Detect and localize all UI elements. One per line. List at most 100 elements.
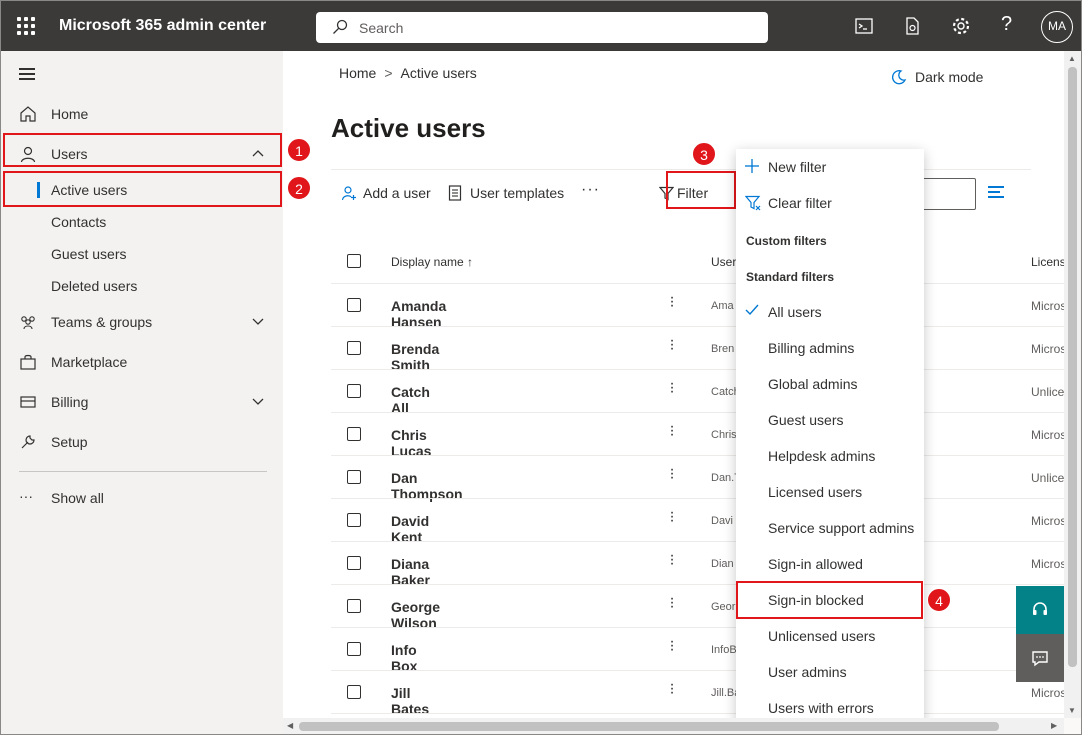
sidebar-item-marketplace[interactable]: Marketplace	[1, 344, 283, 380]
more-commands-button[interactable]: ···	[581, 181, 600, 199]
row-divider	[331, 713, 1065, 714]
user-license: Micros	[1031, 514, 1065, 528]
main-content: Home > Active users Dark mode Active users…	[283, 51, 1065, 718]
feedback-button[interactable]	[1016, 634, 1064, 682]
row-checkbox[interactable]	[347, 642, 361, 656]
scrollbar-thumb[interactable]	[1068, 67, 1077, 667]
row-divider	[331, 369, 1065, 370]
scroll-down-icon[interactable]: ▼	[1068, 706, 1076, 715]
dark-mode-label: Dark mode	[915, 69, 984, 85]
sidebar-item-show-all[interactable]: ··· Show all	[1, 480, 283, 516]
sidebar-item-contacts[interactable]: Contacts	[1, 206, 283, 238]
sidebar-subitem-label: Deleted users	[51, 278, 138, 294]
vertical-scrollbar[interactable]: ▲ ▼	[1064, 51, 1081, 718]
help-icon[interactable]: ?	[1001, 13, 1012, 36]
user-templates-button[interactable]: User templates	[448, 185, 565, 201]
row-checkbox[interactable]	[347, 599, 361, 613]
filter-option[interactable]: All users	[736, 294, 924, 330]
scroll-up-icon[interactable]: ▲	[1068, 54, 1076, 63]
column-header-licenses[interactable]: Licens	[1031, 255, 1065, 269]
row-checkbox[interactable]	[347, 556, 361, 570]
clear-filter-menu-item[interactable]: Clear filter	[736, 185, 924, 221]
sidebar-subitem-label: Guest users	[51, 246, 127, 262]
filter-option[interactable]: Service support admins	[736, 510, 924, 546]
scrollbar-thumb[interactable]	[299, 722, 999, 731]
people-group-icon	[21, 316, 35, 330]
row-divider	[331, 541, 1065, 542]
row-checkbox[interactable]	[347, 470, 361, 484]
sidebar-item-guest-users[interactable]: Guest users	[1, 238, 283, 270]
help-support-button[interactable]	[1016, 586, 1064, 634]
row-more-icon[interactable]: · · ·	[667, 591, 677, 615]
avatar[interactable]: MA	[1041, 11, 1073, 43]
row-checkbox[interactable]	[347, 427, 361, 441]
gear-icon[interactable]	[951, 16, 971, 36]
row-more-icon[interactable]: · · ·	[667, 505, 677, 529]
hamburger-icon[interactable]	[19, 68, 35, 80]
scroll-right-icon[interactable]: ▶	[1051, 721, 1057, 730]
filter-option[interactable]: Unlicensed users	[736, 618, 924, 654]
row-checkbox[interactable]	[347, 384, 361, 398]
new-filter-menu-item[interactable]: New filter	[736, 149, 924, 185]
app-title[interactable]: Microsoft 365 admin center	[59, 17, 266, 35]
filter-option-label: All users	[768, 304, 822, 320]
filter-option-label: User admins	[768, 664, 847, 680]
checkmark-icon	[745, 304, 759, 316]
sidebar-item-home[interactable]: Home	[1, 96, 283, 132]
terminal-icon[interactable]	[854, 16, 874, 36]
home-icon	[20, 106, 36, 122]
filter-option[interactable]: Helpdesk admins	[736, 438, 924, 474]
filter-option-label: Unlicensed users	[768, 628, 876, 644]
filter-option[interactable]: Sign-in allowed	[736, 546, 924, 582]
user-license: Micros	[1031, 428, 1065, 442]
page-title: Active users	[331, 113, 486, 143]
row-divider	[331, 627, 1065, 628]
row-more-icon[interactable]: · · ·	[667, 419, 677, 443]
user-license: Micros	[1031, 299, 1065, 313]
row-more-icon[interactable]: · · ·	[667, 677, 677, 701]
sidebar-item-billing[interactable]: Billing	[1, 384, 283, 420]
template-icon	[448, 185, 462, 201]
sidebar-item-label: Billing	[51, 394, 89, 410]
app-launcher-icon[interactable]	[17, 17, 35, 35]
row-more-icon[interactable]: · · ·	[667, 634, 677, 658]
horizontal-scrollbar[interactable]: ◀ ▶	[283, 718, 1064, 734]
search-input[interactable]: Search	[359, 20, 403, 36]
row-divider	[331, 455, 1065, 456]
row-checkbox[interactable]	[347, 298, 361, 312]
filter-option[interactable]: Guest users	[736, 402, 924, 438]
sidebar-item-deleted-users[interactable]: Deleted users	[1, 270, 283, 302]
row-more-icon[interactable]: · · ·	[667, 462, 677, 486]
column-header-display-name[interactable]: Display name ↑	[391, 255, 473, 269]
filter-option[interactable]: User admins	[736, 654, 924, 690]
dark-mode-toggle[interactable]: Dark mode	[892, 69, 984, 85]
filter-option[interactable]: Billing admins	[736, 330, 924, 366]
chevron-down-icon[interactable]	[251, 396, 265, 406]
row-more-icon[interactable]: · · ·	[667, 333, 677, 357]
filter-option[interactable]: Licensed users	[736, 474, 924, 510]
row-divider	[331, 326, 1065, 327]
sidebar-item-setup[interactable]: Setup	[1, 424, 283, 460]
row-checkbox[interactable]	[347, 341, 361, 355]
row-checkbox[interactable]	[347, 513, 361, 527]
view-options-icon[interactable]	[988, 186, 1004, 198]
filter-option-label: Guest users	[768, 412, 844, 428]
add-user-button[interactable]: Add a user	[341, 185, 431, 201]
sidebar-item-label: Setup	[51, 434, 88, 450]
breadcrumb-home[interactable]: Home	[339, 65, 376, 81]
row-more-icon[interactable]: · · ·	[667, 290, 677, 314]
user-templates-label: User templates	[470, 185, 565, 201]
user-license: Micros	[1031, 342, 1065, 356]
scroll-left-icon[interactable]: ◀	[287, 721, 293, 730]
search-box[interactable]: Search	[316, 12, 768, 43]
user-license: Unlice	[1031, 385, 1065, 399]
sidebar-item-teams-groups[interactable]: Teams & groups	[1, 304, 283, 340]
document-settings-icon[interactable]	[902, 16, 922, 36]
row-more-icon[interactable]: · · ·	[667, 548, 677, 572]
row-more-icon[interactable]: · · ·	[667, 376, 677, 400]
filter-option[interactable]: Global admins	[736, 366, 924, 402]
select-all-checkbox[interactable]	[347, 254, 361, 268]
chevron-down-icon[interactable]	[251, 316, 265, 326]
filter-option-label: Billing admins	[768, 340, 855, 356]
row-checkbox[interactable]	[347, 685, 361, 699]
